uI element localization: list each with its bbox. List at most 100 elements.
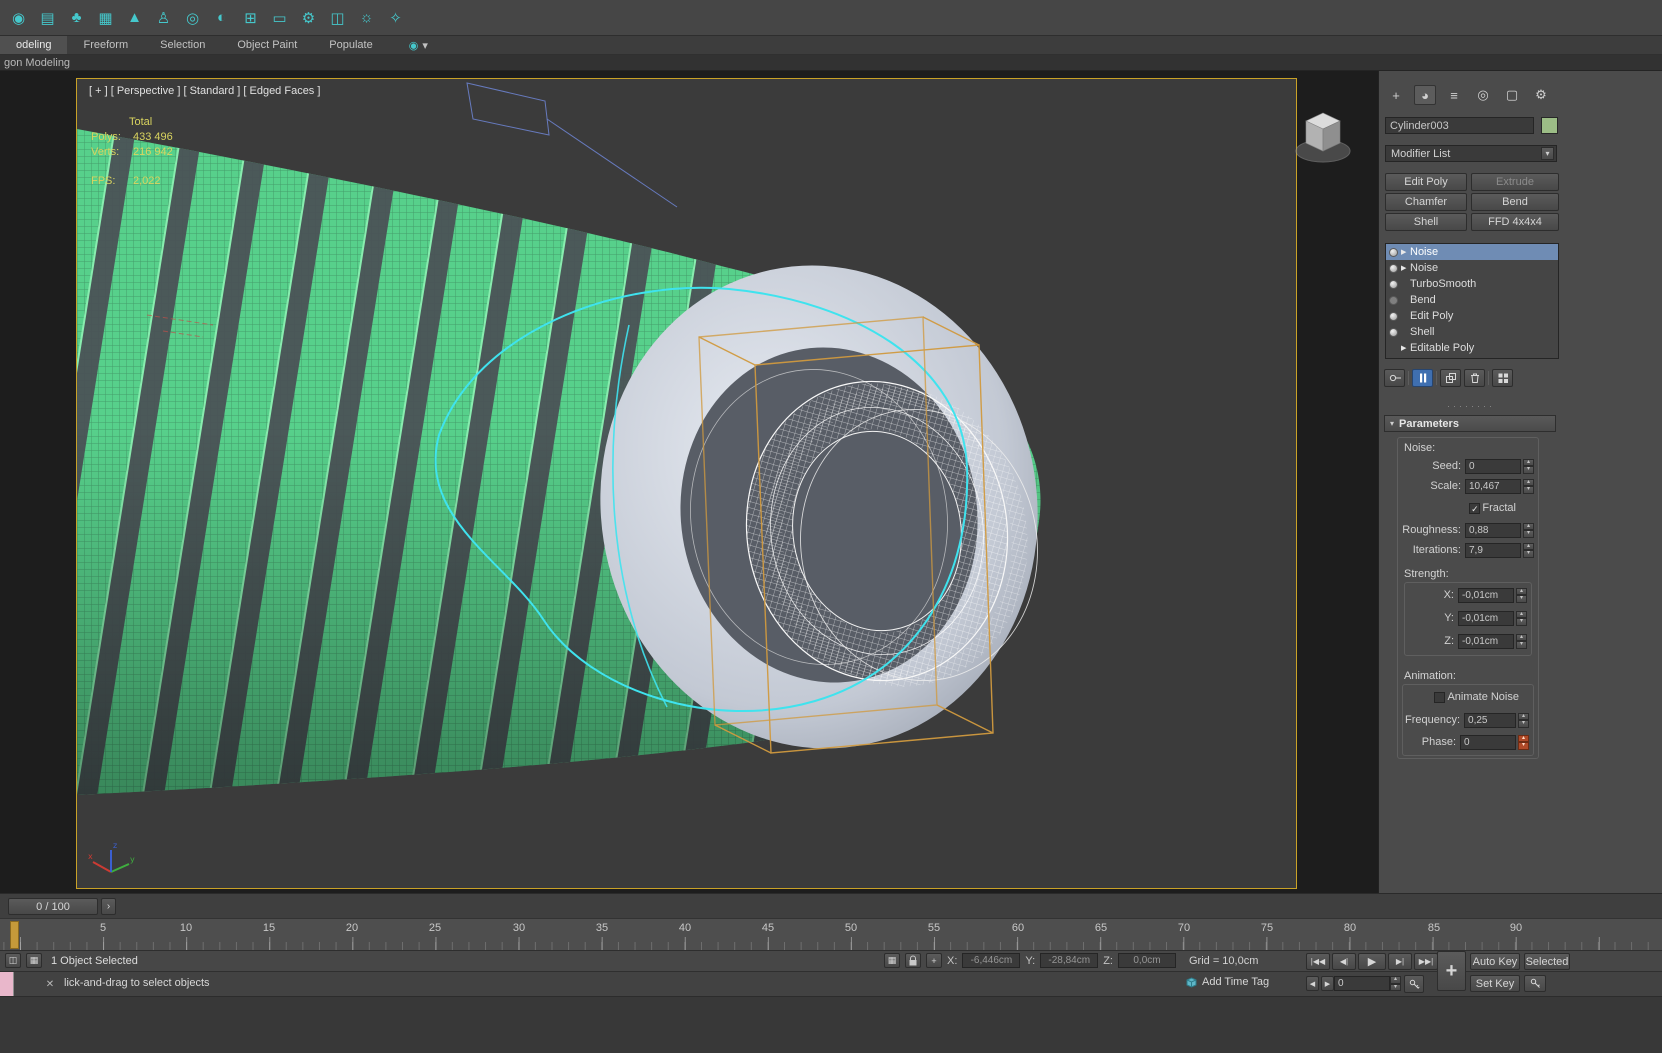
mini-prev-frame-button[interactable]: ◀ — [1306, 976, 1319, 991]
viewcube[interactable] — [1292, 104, 1354, 170]
pin-stack-icon[interactable] — [1384, 369, 1405, 387]
frequency-field[interactable]: 0,25 — [1464, 712, 1516, 728]
panel-resize-handle[interactable]: ········ — [1385, 401, 1557, 411]
strength-x-field[interactable]: -0,01cm — [1458, 587, 1514, 603]
modify-tab-icon[interactable]: ◕ — [1414, 85, 1436, 105]
strength-x-spinner[interactable] — [1516, 587, 1527, 603]
expand-arrow-icon[interactable]: ▶ — [1401, 264, 1410, 272]
key-filters-icon[interactable] — [1524, 975, 1546, 992]
expand-arrow-icon[interactable]: ▶ — [1401, 248, 1410, 256]
window-grid-icon-2[interactable]: ▦ — [26, 953, 42, 968]
configure-modifier-sets-icon[interactable] — [1492, 369, 1513, 387]
phase-spinner[interactable] — [1518, 734, 1529, 750]
play-button[interactable]: ▶ — [1358, 953, 1386, 970]
visibility-bulb-icon[interactable] — [1389, 263, 1398, 273]
pipe-icon[interactable]: ◐ — [211, 7, 232, 29]
ribbon-tab-populate[interactable]: Populate — [313, 36, 388, 54]
phase-field[interactable]: 0 — [1460, 734, 1516, 750]
snaps-toggle-icon[interactable]: ▦ — [884, 953, 900, 968]
add-key-button[interactable]: + — [1437, 951, 1466, 991]
current-frame-spinner[interactable] — [1390, 976, 1401, 991]
ribbon-tab-odeling[interactable]: odeling — [0, 36, 68, 54]
modifier-button-ffd-4x4x4[interactable]: FFD 4x4x4 — [1471, 213, 1559, 231]
modifier-stack-item-turbosmooth[interactable]: TurboSmooth — [1386, 276, 1558, 292]
display-tab-icon[interactable]: ▢ — [1501, 85, 1523, 105]
next-frame-button[interactable]: ▶| — [1388, 953, 1412, 970]
scope-icon[interactable]: ☼ — [356, 7, 377, 29]
modifier-list-dropdown[interactable]: Modifier List ▾ — [1385, 145, 1557, 162]
add-object-icon[interactable]: ⊞ — [240, 7, 261, 29]
scale-spinner[interactable] — [1523, 478, 1534, 494]
remove-modifier-icon[interactable] — [1464, 369, 1485, 387]
hierarchy-tab-icon[interactable]: ≡ — [1443, 85, 1465, 105]
modifier-stack-item-editable-poly[interactable]: ▶ Editable Poly — [1386, 340, 1558, 356]
modifier-stack-item-noise[interactable]: ▶ Noise — [1386, 260, 1558, 276]
ribbon-tab-selection[interactable]: Selection — [144, 36, 221, 54]
show-end-result-icon[interactable] — [1412, 369, 1433, 387]
modifier-button-chamfer[interactable]: Chamfer — [1385, 193, 1467, 211]
visibility-bulb-icon[interactable] — [1389, 279, 1398, 289]
coord-x-field[interactable]: -6,446cm — [962, 953, 1021, 968]
window-icon[interactable]: ◫ — [327, 7, 348, 29]
track-bar[interactable]: 5 10 15 20 25 30 35 40 45 50 55 60 65 70 75 80 85 90 — [0, 918, 1662, 950]
selection-lock-icon[interactable] — [905, 953, 921, 968]
frame-marker[interactable] — [10, 921, 19, 949]
iterations-spinner[interactable] — [1523, 542, 1534, 558]
ribbon-tab-object-paint[interactable]: Object Paint — [221, 36, 313, 54]
modifier-stack-item-noise[interactable]: ▶ Noise — [1386, 244, 1558, 260]
viewport-perspective[interactable]: [ + ] [ Perspective ] [ Standard ] [ Edg… — [76, 78, 1297, 889]
utilities-tab-icon[interactable]: ⚙ — [1530, 85, 1552, 105]
set-key-button[interactable]: Set Key — [1470, 975, 1520, 992]
time-slider-next-button[interactable]: › — [101, 898, 116, 915]
lightbulb-icon[interactable]: ✧ — [385, 7, 406, 29]
polygon-modeling-panel-label[interactable]: gon Modeling — [4, 57, 70, 69]
visibility-bulb-icon[interactable] — [1389, 327, 1398, 337]
key-mode-toggle-icon[interactable] — [1404, 975, 1424, 993]
window-grid-icon-1[interactable]: ◫ — [5, 953, 21, 968]
roughness-field[interactable]: 0,88 — [1465, 522, 1521, 538]
time-slider-handle[interactable]: 0 / 100 — [8, 898, 98, 915]
expand-arrow-icon[interactable]: ▶ — [1401, 344, 1410, 352]
modifier-button-extrude[interactable]: Extrude — [1471, 173, 1559, 191]
modifier-button-edit-poly[interactable]: Edit Poly — [1385, 173, 1467, 191]
modifier-stack-item-shell[interactable]: Shell — [1386, 324, 1558, 340]
strength-z-field[interactable]: -0,01cm — [1458, 633, 1514, 649]
strength-y-spinner[interactable] — [1516, 610, 1527, 626]
torus-icon[interactable]: ◎ — [182, 7, 203, 29]
fractal-checkbox[interactable]: ✓ — [1469, 502, 1481, 514]
animate-noise-checkbox[interactable] — [1434, 691, 1446, 703]
parameters-rollout-header[interactable]: ▾ Parameters — [1384, 415, 1556, 432]
current-frame-field[interactable]: 0 — [1334, 976, 1390, 991]
trees-icon[interactable]: ♣ — [66, 7, 87, 29]
display-icon[interactable]: ▭ — [269, 7, 290, 29]
strength-y-field[interactable]: -0,01cm — [1458, 610, 1514, 626]
modifier-button-bend[interactable]: Bend — [1471, 193, 1559, 211]
previous-frame-button[interactable]: ◀| — [1332, 953, 1356, 970]
coord-z-field[interactable]: 0,0cm — [1117, 953, 1176, 968]
time-slider-track[interactable]: 0 / 100 › — [0, 893, 1662, 918]
modifier-button-shell[interactable]: Shell — [1385, 213, 1467, 231]
close-icon[interactable]: ✕ — [42, 976, 58, 992]
teapot-icon[interactable]: ◉ — [8, 7, 29, 29]
ribbon-overflow-menu[interactable]: ◉ ▾ — [401, 36, 436, 54]
add-time-tag[interactable]: Add Time Tag — [1186, 976, 1269, 988]
selection-set-dropdown[interactable]: Selected — [1524, 953, 1570, 970]
visibility-bulb-icon[interactable] — [1389, 247, 1398, 257]
mini-next-frame-button[interactable]: ▶ — [1321, 976, 1334, 991]
visibility-bulb-icon[interactable] — [1389, 311, 1398, 321]
character-icon[interactable]: ♙ — [153, 7, 174, 29]
create-tab-icon[interactable]: + — [1385, 85, 1407, 105]
checker-board-icon[interactable]: ▦ — [95, 7, 116, 29]
strength-z-spinner[interactable] — [1516, 633, 1527, 649]
maxscript-mini-listener[interactable] — [0, 972, 14, 996]
viewport-label[interactable]: [ + ] [ Perspective ] [ Standard ] [ Edg… — [89, 85, 320, 97]
seed-field[interactable]: 0 — [1465, 458, 1521, 474]
frequency-spinner[interactable] — [1518, 712, 1529, 728]
object-color-swatch[interactable] — [1541, 117, 1558, 134]
seed-spinner[interactable] — [1523, 458, 1534, 474]
modifier-stack-item-bend[interactable]: Bend — [1386, 292, 1558, 308]
coord-y-field[interactable]: -28,84cm — [1040, 953, 1099, 968]
roughness-spinner[interactable] — [1523, 522, 1534, 538]
iterations-field[interactable]: 7,9 — [1465, 542, 1521, 558]
visibility-bulb-icon[interactable] — [1389, 295, 1398, 305]
